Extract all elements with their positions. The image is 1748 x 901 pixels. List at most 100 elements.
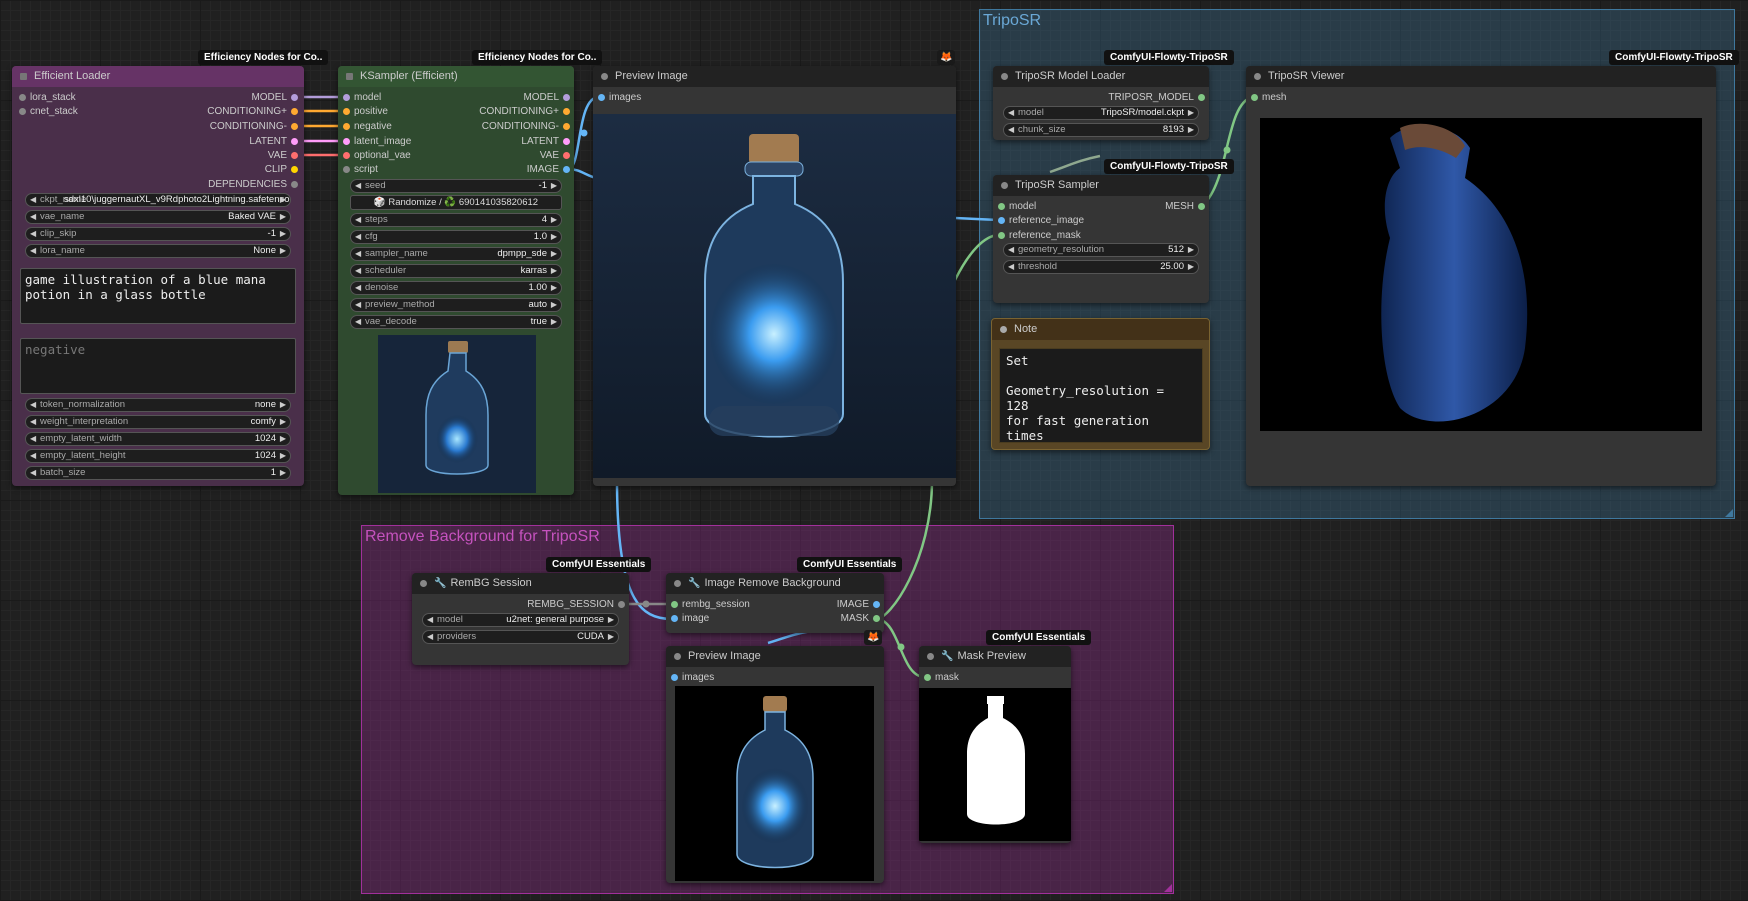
triposr-viewer-node[interactable]: TripoSR Viewer mesh bbox=[1246, 66, 1716, 486]
decrement-arrow-icon[interactable]: ◀ bbox=[355, 248, 361, 260]
output-conditioning-pos[interactable]: CONDITIONING+ bbox=[207, 105, 298, 118]
increment-arrow-icon[interactable]: ▶ bbox=[551, 180, 557, 192]
decrement-arrow-icon[interactable]: ◀ bbox=[30, 399, 36, 411]
output-conditioning-neg[interactable]: CONDITIONING- bbox=[482, 120, 570, 133]
widget-preview-method[interactable]: ◀ preview_method auto ▶ bbox=[350, 298, 562, 312]
note-node[interactable]: Note Set Geometry_resolution = 128 for f… bbox=[991, 318, 1210, 450]
input-mesh[interactable]: mesh bbox=[1251, 91, 1286, 104]
decrement-arrow-icon[interactable]: ◀ bbox=[1008, 261, 1014, 273]
widget-scheduler[interactable]: ◀ scheduler karras ▶ bbox=[350, 264, 562, 278]
node-title[interactable]: TripoSR Model Loader bbox=[993, 66, 1209, 87]
input-latent-image[interactable]: latent_image bbox=[343, 135, 411, 148]
widget-model[interactable]: ◀ model u2net: general purpose ▶ bbox=[422, 613, 619, 627]
widget-batch-size[interactable]: ◀ batch_size 1 ▶ bbox=[25, 466, 291, 480]
input-model[interactable]: model bbox=[343, 91, 381, 104]
positive-prompt-textarea[interactable]: game illustration of a blue mana potion … bbox=[20, 268, 296, 324]
output-latent[interactable]: LATENT bbox=[521, 135, 570, 148]
output-mesh[interactable]: MESH bbox=[1165, 200, 1205, 213]
input-lora-stack[interactable]: lora_stack bbox=[19, 91, 76, 104]
decrement-arrow-icon[interactable]: ◀ bbox=[1008, 124, 1014, 136]
increment-arrow-icon[interactable]: ▶ bbox=[280, 228, 286, 240]
decrement-arrow-icon[interactable]: ◀ bbox=[1008, 244, 1014, 256]
decrement-arrow-icon[interactable]: ◀ bbox=[427, 631, 433, 643]
widget-vae-name[interactable]: ◀ vae_name Baked VAE ▶ bbox=[25, 210, 291, 224]
input-images[interactable]: images bbox=[598, 91, 641, 104]
node-title[interactable]: Preview Image bbox=[666, 646, 884, 667]
node-title[interactable]: Note bbox=[992, 319, 1209, 340]
decrement-arrow-icon[interactable]: ◀ bbox=[355, 180, 361, 192]
node-title[interactable]: TripoSR Viewer bbox=[1246, 66, 1716, 87]
decrement-arrow-icon[interactable]: ◀ bbox=[30, 467, 36, 479]
widget-lora-name[interactable]: ◀ lora_name None ▶ bbox=[25, 244, 291, 258]
decrement-arrow-icon[interactable]: ◀ bbox=[30, 194, 36, 206]
node-title[interactable]: 🔧 RemBG Session bbox=[412, 573, 629, 594]
output-vae[interactable]: VAE bbox=[268, 149, 298, 162]
rembg-session-node[interactable]: 🔧 RemBG Session REMBG_SESSION ◀ model u2net… bbox=[412, 573, 629, 665]
increment-arrow-icon[interactable]: ▶ bbox=[551, 282, 557, 294]
widget-cfg[interactable]: ◀ cfg 1.0 ▶ bbox=[350, 230, 562, 244]
decrement-arrow-icon[interactable]: ◀ bbox=[1008, 107, 1014, 119]
increment-arrow-icon[interactable]: ▶ bbox=[551, 231, 557, 243]
widget-empty-latent-height[interactable]: ◀ empty_latent_height 1024 ▶ bbox=[25, 449, 291, 463]
collapse-toggle[interactable] bbox=[1254, 73, 1261, 80]
randomize-seed-button[interactable]: 🎲 Randomize / ♻️ 690141035820612 bbox=[350, 195, 562, 210]
decrement-arrow-icon[interactable]: ◀ bbox=[30, 228, 36, 240]
increment-arrow-icon[interactable]: ▶ bbox=[1188, 261, 1194, 273]
widget-providers[interactable]: ◀ providers CUDA ▶ bbox=[422, 630, 619, 644]
increment-arrow-icon[interactable]: ▶ bbox=[551, 214, 557, 226]
output-conditioning-neg[interactable]: CONDITIONING- bbox=[210, 120, 298, 133]
group-resize-handle[interactable] bbox=[1164, 884, 1172, 892]
output-image[interactable]: IMAGE bbox=[837, 598, 880, 611]
decrement-arrow-icon[interactable]: ◀ bbox=[355, 214, 361, 226]
increment-arrow-icon[interactable]: ▶ bbox=[280, 211, 286, 223]
widget-token-normalization[interactable]: ◀ token_normalization none ▶ bbox=[25, 398, 291, 412]
widget-geometry-resolution[interactable]: ◀ geometry_resolution 512 ▶ bbox=[1003, 243, 1199, 257]
decrement-arrow-icon[interactable]: ◀ bbox=[355, 282, 361, 294]
decrement-arrow-icon[interactable]: ◀ bbox=[355, 316, 361, 328]
preview-image-small-node[interactable]: Preview Image images bbox=[666, 646, 884, 883]
widget-clip-skip[interactable]: ◀ clip_skip -1 ▶ bbox=[25, 227, 291, 241]
widget-denoise[interactable]: ◀ denoise 1.00 ▶ bbox=[350, 281, 562, 295]
decrement-arrow-icon[interactable]: ◀ bbox=[30, 245, 36, 257]
output-latent[interactable]: LATENT bbox=[249, 135, 298, 148]
collapse-toggle[interactable] bbox=[674, 653, 681, 660]
collapse-toggle[interactable] bbox=[601, 73, 608, 80]
group-resize-handle[interactable] bbox=[1725, 509, 1733, 517]
triposr-model-loader-node[interactable]: TripoSR Model Loader TRIPOSR_MODEL ◀ mode… bbox=[993, 66, 1209, 140]
node-title[interactable]: 🔧 Image Remove Background bbox=[666, 573, 884, 594]
negative-prompt-textarea[interactable]: negative bbox=[20, 338, 296, 394]
collapse-toggle[interactable] bbox=[927, 653, 934, 660]
3d-mesh-viewport[interactable] bbox=[1260, 118, 1702, 431]
increment-arrow-icon[interactable]: ▶ bbox=[280, 194, 286, 206]
input-script[interactable]: script bbox=[343, 163, 378, 176]
increment-arrow-icon[interactable]: ▶ bbox=[608, 631, 614, 643]
decrement-arrow-icon[interactable]: ◀ bbox=[30, 433, 36, 445]
ksampler-efficient-node[interactable]: KSampler (Efficient) model positive nega… bbox=[338, 66, 574, 495]
increment-arrow-icon[interactable]: ▶ bbox=[280, 467, 286, 479]
efficient-loader-node[interactable]: Efficient Loader lora_stack cnet_stack M… bbox=[12, 66, 304, 486]
node-title[interactable]: 🔧 Mask Preview bbox=[919, 646, 1071, 667]
preview-image-node[interactable]: Preview Image images bbox=[593, 66, 956, 486]
output-mask[interactable]: MASK bbox=[841, 612, 880, 625]
input-image[interactable]: image bbox=[671, 612, 709, 625]
increment-arrow-icon[interactable]: ▶ bbox=[280, 450, 286, 462]
node-title[interactable]: Efficient Loader bbox=[12, 66, 304, 87]
output-rembg-session[interactable]: REMBG_SESSION bbox=[527, 598, 625, 611]
increment-arrow-icon[interactable]: ▶ bbox=[280, 433, 286, 445]
widget-empty-latent-width[interactable]: ◀ empty_latent_width 1024 ▶ bbox=[25, 432, 291, 446]
decrement-arrow-icon[interactable]: ◀ bbox=[30, 211, 36, 223]
decrement-arrow-icon[interactable]: ◀ bbox=[355, 265, 361, 277]
input-cnet-stack[interactable]: cnet_stack bbox=[19, 105, 78, 118]
output-model[interactable]: MODEL bbox=[523, 91, 570, 104]
node-title[interactable]: KSampler (Efficient) bbox=[338, 66, 574, 87]
decrement-arrow-icon[interactable]: ◀ bbox=[355, 231, 361, 243]
node-title[interactable]: TripoSR Sampler bbox=[993, 175, 1209, 196]
widget-steps[interactable]: ◀ steps 4 ▶ bbox=[350, 213, 562, 227]
widget-weight-interpretation[interactable]: ◀ weight_interpretation comfy ▶ bbox=[25, 415, 291, 429]
mask-preview-node[interactable]: 🔧 Mask Preview mask bbox=[919, 646, 1071, 843]
widget-chunk-size[interactable]: ◀ chunk_size 8193 ▶ bbox=[1003, 123, 1199, 137]
input-rembg-session[interactable]: rembg_session bbox=[671, 598, 750, 611]
collapse-toggle[interactable] bbox=[346, 73, 353, 80]
node-title[interactable]: Preview Image bbox=[593, 66, 956, 87]
collapse-toggle[interactable] bbox=[674, 580, 681, 587]
